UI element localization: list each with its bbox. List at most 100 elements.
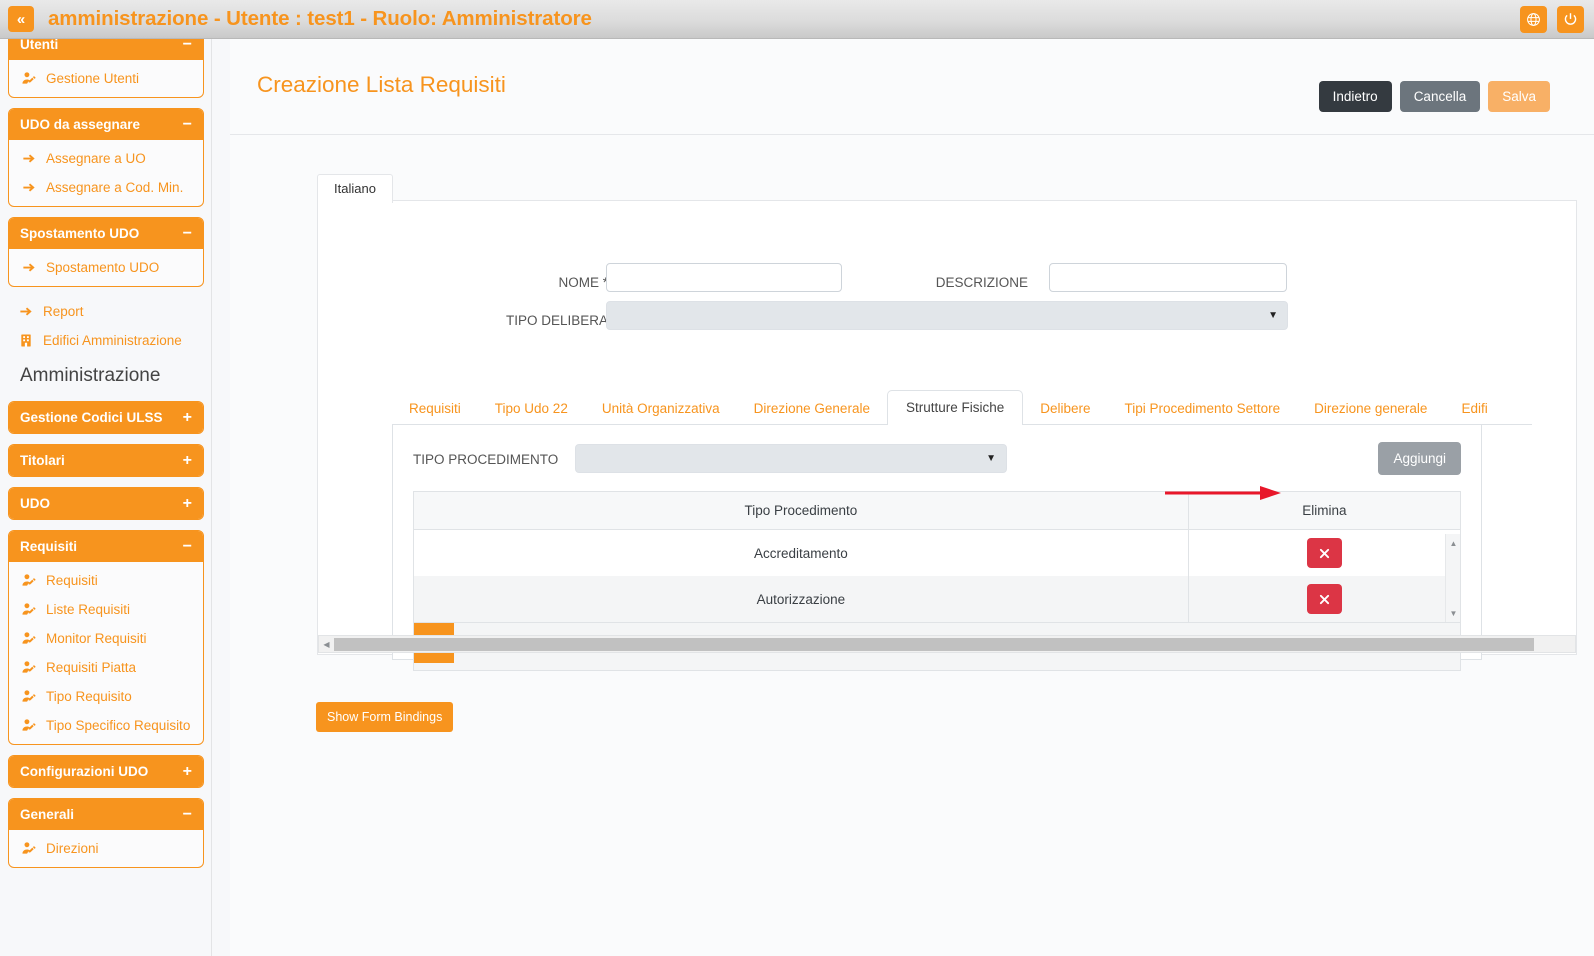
table-header-row: Tipo Procedimento Elimina [414,492,1460,530]
sidebar-item-tipo-requisito[interactable]: Tipo Requisito [9,682,203,711]
sidebar-group-body: Assegnare a UO Assegnare a Cod. Min. [9,140,203,206]
procedimenti-table-element: Tipo Procedimento Elimina Accreditamento [414,492,1460,622]
sidebar-group-header-configurazioni-udo[interactable]: Configurazioni UDO + [9,756,203,787]
plus-icon: + [182,494,192,512]
sidebar-item-label: Report [43,304,84,319]
user-edit-icon [22,690,36,702]
sidebar-group-title: UDO da assegnare [20,117,141,132]
cancel-button[interactable]: Cancella [1399,81,1481,112]
sidebar-collapse-icon[interactable]: « [8,6,34,32]
sidebar-group-header-titolari[interactable]: Titolari + [9,445,203,476]
tipo-procedimento-row: TIPO PROCEDIMENTO ▼ Aggiungi [413,441,1461,483]
nome-label: NOME * [558,275,608,290]
sidebar-content: Utenti − Gestione Utenti UDO da assegnar… [0,39,211,898]
sidebar-group-title: Generali [20,807,75,822]
save-button[interactable]: Salva [1488,81,1550,112]
delete-row-button[interactable] [1306,584,1342,614]
user-edit-icon [22,574,36,586]
sidebar-group-generali: Generali − Direzioni [8,798,204,868]
tabs-bar: Requisiti Tipo Udo 22 Unità Organizzativ… [392,387,1532,425]
sidebar-item-label: Tipo Requisito [46,689,132,704]
sidebar-item-monitor-requisiti[interactable]: Monitor Requisiti [9,624,203,653]
sidebar-group-body: Direzioni [9,830,203,867]
main-content: Creazione Lista Requisiti Indietro Cance… [230,39,1594,956]
tab-unita-organizzativa[interactable]: Unità Organizzativa [585,392,737,425]
descrizione-input[interactable] [1049,263,1287,292]
sidebar-group-spostamento-udo: Spostamento UDO − Spostamento UDO [8,217,204,287]
table-body: Accreditamento Autorizzazione [414,529,1460,622]
sidebar-group-title: UDO [20,496,50,511]
triangle-down-icon[interactable]: ▼ [1446,606,1461,620]
sidebar-group-header-udo-da-assegnare[interactable]: UDO da assegnare − [9,109,203,140]
table-head: Tipo Procedimento Elimina [414,492,1460,530]
tab-edifici[interactable]: Edifi [1444,392,1504,425]
sidebar-group-title: Configurazioni UDO [20,764,149,779]
sidebar-item-direzioni[interactable]: Direzioni [9,834,203,863]
tab-direzione-generale[interactable]: Direzione Generale [737,392,887,425]
sidebar-group-header-gestione-codici-ulss[interactable]: Gestione Codici ULSS + [9,402,203,433]
triangle-left-icon[interactable]: ◀ [319,636,334,652]
sidebar-section-heading: Amministrazione [20,365,161,386]
panel-horizontal-scrollbar-thumb[interactable] [334,638,1534,651]
sidebar: Utenti − Gestione Utenti UDO da assegnar… [0,39,212,956]
sidebar-item-tipo-specifico-requisito[interactable]: Tipo Specifico Requisito [9,711,203,740]
sidebar-item-edifici-amministrazione[interactable]: Edifici Amministrazione [8,326,204,355]
tab-direzione-generale-2[interactable]: Direzione generale [1297,392,1444,425]
app-title: amministrazione - Utente : test1 - Ruolo… [48,7,592,30]
sidebar-group-header-generali[interactable]: Generali − [9,799,203,830]
sidebar-item-liste-requisiti[interactable]: Liste Requisiti [9,595,203,624]
tipo-delibera-label: TIPO DELIBERA [505,313,608,328]
sidebar-group-header-requisiti[interactable]: Requisiti − [9,531,203,562]
tab-tipi-procedimento-settore[interactable]: Tipi Procedimento Settore [1108,392,1298,425]
language-tab-italiano[interactable]: Italiano [317,174,393,203]
tipo-procedimento-select[interactable]: ▼ [575,444,1007,473]
tab-tipo-udo-22[interactable]: Tipo Udo 22 [478,392,585,425]
delete-row-button[interactable] [1306,538,1342,568]
globe-icon[interactable] [1520,5,1547,33]
sidebar-item-label: Monitor Requisiti [46,631,147,646]
tab-delibere[interactable]: Delibere [1023,392,1107,425]
tab-requisiti[interactable]: Requisiti [392,392,478,425]
sidebar-group-configurazioni-udo: Configurazioni UDO + [8,755,204,788]
sidebar-group-header-spostamento-udo[interactable]: Spostamento UDO − [9,218,203,249]
user-edit-icon [22,719,36,731]
plus-icon: + [182,451,192,469]
sidebar-item-label: Requisiti Piatta [46,660,137,675]
panel-horizontal-scrollbar[interactable]: ◀ [318,635,1576,653]
triangle-up-icon[interactable]: ▲ [1446,536,1461,550]
tipo-procedimento-label: TIPO PROCEDIMENTO [413,452,559,467]
table-vertical-scrollbar[interactable]: ▲ ▼ [1445,534,1460,622]
page-title: Creazione Lista Requisiti [257,72,506,97]
descrizione-label: DESCRIZIONE [935,275,1028,290]
caret-down-icon: ▼ [986,453,996,464]
sidebar-group-title: Utenti [20,39,59,52]
show-form-bindings-button[interactable]: Show Form Bindings [316,702,454,732]
add-button[interactable]: Aggiungi [1378,442,1461,475]
x-icon [1319,594,1329,604]
sidebar-group-utenti: Utenti − Gestione Utenti [8,39,204,98]
sidebar-group-body: Spostamento UDO [9,249,203,286]
sidebar-item-report[interactable]: Report [8,297,204,326]
sidebar-item-spostamento-udo[interactable]: Spostamento UDO [9,253,203,282]
sidebar-item-label: Liste Requisiti [46,602,131,617]
sidebar-item-assegnare-a-cod-min[interactable]: Assegnare a Cod. Min. [9,173,203,202]
tab-strutture-fisiche[interactable]: Strutture Fisiche [886,390,1024,425]
sidebar-group-title: Requisiti [20,539,78,554]
power-icon[interactable] [1557,5,1584,33]
sidebar-group-header-udo[interactable]: UDO + [9,488,203,519]
sidebar-group-header-utenti[interactable]: Utenti − [9,39,203,60]
nome-input[interactable] [606,263,842,292]
procedimenti-table: Tipo Procedimento Elimina Accreditamento [413,491,1461,623]
table-row: Accreditamento [414,529,1460,576]
sidebar-item-assegnare-a-uo[interactable]: Assegnare a UO [9,144,203,173]
sidebar-item-requisiti-piatta[interactable]: Requisiti Piatta [9,653,203,682]
cell-elimina [1188,576,1460,622]
sidebar-item-requisiti[interactable]: Requisiti [9,566,203,595]
back-button[interactable]: Indietro [1318,81,1392,112]
sidebar-item-gestione-utenti[interactable]: Gestione Utenti [9,64,203,93]
tipo-delibera-select[interactable]: ▼ [606,301,1288,330]
sidebar-group-gestione-codici-ulss: Gestione Codici ULSS + [8,401,204,434]
top-bar: « amministrazione - Utente : test1 - Ruo… [0,0,1594,39]
sidebar-group-udo: UDO + [8,487,204,520]
arrow-right-icon [23,183,35,192]
